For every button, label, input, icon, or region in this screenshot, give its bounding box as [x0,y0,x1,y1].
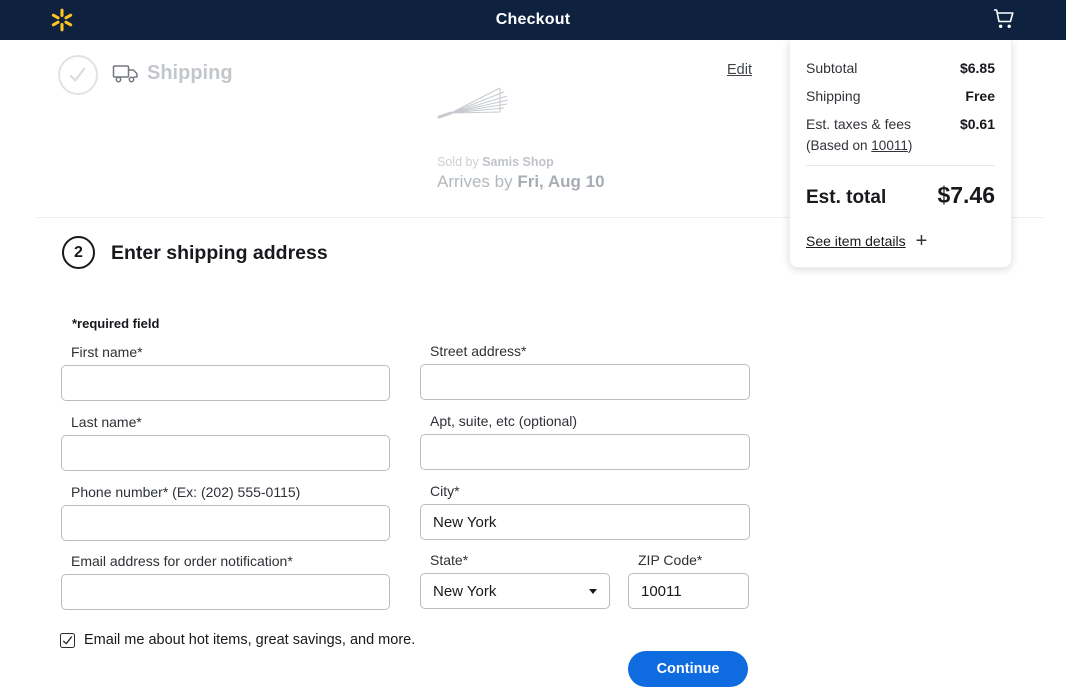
continue-button[interactable]: Continue [628,651,748,687]
sold-by-prefix: Sold by [437,155,479,169]
summary-row-taxes: Est. taxes & fees $0.61 [806,116,995,133]
phone-input[interactable] [61,505,390,541]
city-label: City* [420,483,750,499]
order-summary-card: Subtotal $6.85 Shipping Free Est. taxes … [789,40,1012,268]
arrival-line: Arrives by Fri, Aug 10 [437,172,605,192]
taxes-value: $0.61 [960,116,995,133]
apt-input[interactable] [420,434,750,470]
first-name-input[interactable] [61,365,390,401]
arrives-prefix: Arrives by [437,172,513,191]
phone-label: Phone number* (Ex: (202) 555-0115) [61,484,390,500]
based-on-prefix: (Based on [806,138,871,153]
see-item-details-link[interactable]: See item details [806,233,906,249]
product-thumbnail-fan-image [436,84,510,122]
step-2-number: 2 [74,244,83,262]
state-field: State* New York [420,552,610,609]
truck-icon [112,62,140,86]
zip-code-link[interactable]: 10011 [871,138,908,153]
email-field: Email address for order notification* [61,553,390,610]
page-title: Checkout [0,11,1066,29]
summary-divider [806,165,995,166]
based-on-zip-line: (Based on 10011) [806,138,995,153]
street-input[interactable] [420,364,750,400]
last-name-label: Last name* [61,414,390,430]
plus-icon[interactable]: + [916,234,928,248]
first-name-label: First name* [61,344,390,360]
summary-total-row: Est. total $7.46 [806,182,995,209]
subtotal-label: Subtotal [806,60,857,77]
summary-row-subtotal: Subtotal $6.85 [806,60,995,77]
arrival-date: Fri, Aug 10 [517,172,604,191]
marketing-optin-row: Email me about hot items, great savings,… [60,632,415,648]
first-name-field: First name* [61,344,390,401]
street-label: Street address* [420,343,750,359]
apt-field: Apt, suite, etc (optional) [420,413,750,470]
zip-field: ZIP Code* [628,552,749,609]
seller-name: Samis Shop [482,155,554,169]
cart-icon[interactable] [992,8,1016,32]
edit-shipping-link[interactable]: Edit [727,62,752,78]
street-field: Street address* [420,343,750,400]
est-total-value: $7.46 [937,182,995,209]
sold-by-line: Sold by Samis Shop [437,155,554,169]
state-label: State* [420,552,610,568]
summary-row-shipping: Shipping Free [806,88,995,105]
shipping-step-title: Shipping [147,62,233,85]
chevron-down-icon [589,589,597,594]
est-total-label: Est. total [806,187,886,209]
subtotal-value: $6.85 [960,60,995,77]
apt-label: Apt, suite, etc (optional) [420,413,750,429]
step-2-badge: 2 [62,236,95,269]
zip-label: ZIP Code* [628,552,749,568]
zip-input[interactable] [628,573,749,609]
shipping-label: Shipping [806,88,861,105]
city-input[interactable] [420,504,750,540]
phone-field: Phone number* (Ex: (202) 555-0115) [61,484,390,541]
last-name-field: Last name* [61,414,390,471]
step-complete-check-icon [58,55,98,95]
marketing-optin-label: Email me about hot items, great savings,… [84,632,415,648]
required-field-note: *required field [72,316,159,331]
based-on-suffix: ) [908,138,913,153]
address-step-title: Enter shipping address [111,242,328,265]
last-name-input[interactable] [61,435,390,471]
checkout-header: Checkout [0,0,1066,40]
marketing-checkbox[interactable] [60,633,75,648]
email-input[interactable] [61,574,390,610]
state-selected-value: New York [433,583,496,600]
state-select[interactable]: New York [420,573,610,609]
shipping-value: Free [965,88,995,105]
taxes-label: Est. taxes & fees [806,116,911,133]
email-label: Email address for order notification* [61,553,390,569]
city-field: City* [420,483,750,540]
see-item-details-toggle[interactable]: See item details + [806,233,995,249]
